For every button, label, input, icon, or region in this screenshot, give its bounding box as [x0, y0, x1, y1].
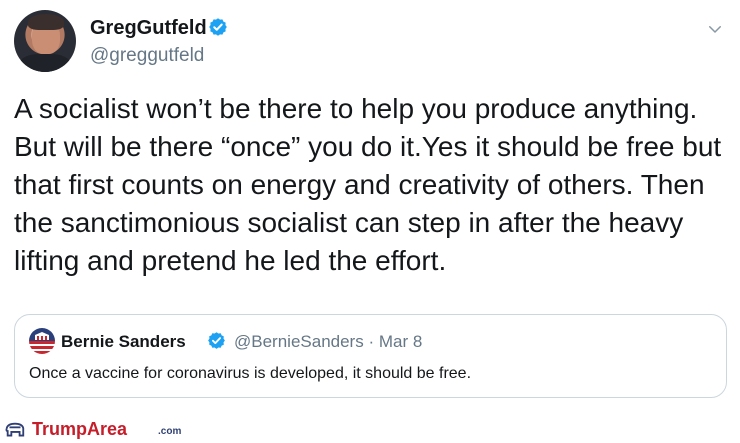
elephant-logo-icon: [5, 422, 25, 437]
tweet-text: A socialist won’t be there to help you p…: [14, 93, 722, 276]
quoted-author-handle-date[interactable]: @BernieSanders · Mar 8: [234, 332, 422, 352]
author-name[interactable]: GregGutfeld: [90, 17, 207, 40]
watermark-brand: TrumpArea: [32, 419, 128, 439]
quoted-verified-badge-icon: [208, 332, 225, 349]
chevron-down-icon[interactable]: [706, 20, 724, 38]
quoted-tweet-text: Once a vaccine for coronavirus is develo…: [29, 365, 472, 382]
avatar-hair: [28, 14, 64, 30]
quoted-author-avatar[interactable]: [29, 328, 55, 354]
author-avatar[interactable]: [14, 10, 76, 72]
verified-badge-icon: [209, 18, 227, 36]
tweet-card: GregGutfeld @greggutfeld A socialist won…: [0, 0, 740, 415]
author-handle[interactable]: @greggutfeld: [90, 45, 204, 67]
quoted-tweet[interactable]: Bernie Sanders @BernieSanders · Mar 8 On…: [14, 314, 727, 398]
watermark-tld: .com: [158, 426, 182, 437]
quoted-author-name[interactable]: Bernie Sanders: [61, 332, 186, 352]
avatar-suit: [20, 54, 70, 72]
